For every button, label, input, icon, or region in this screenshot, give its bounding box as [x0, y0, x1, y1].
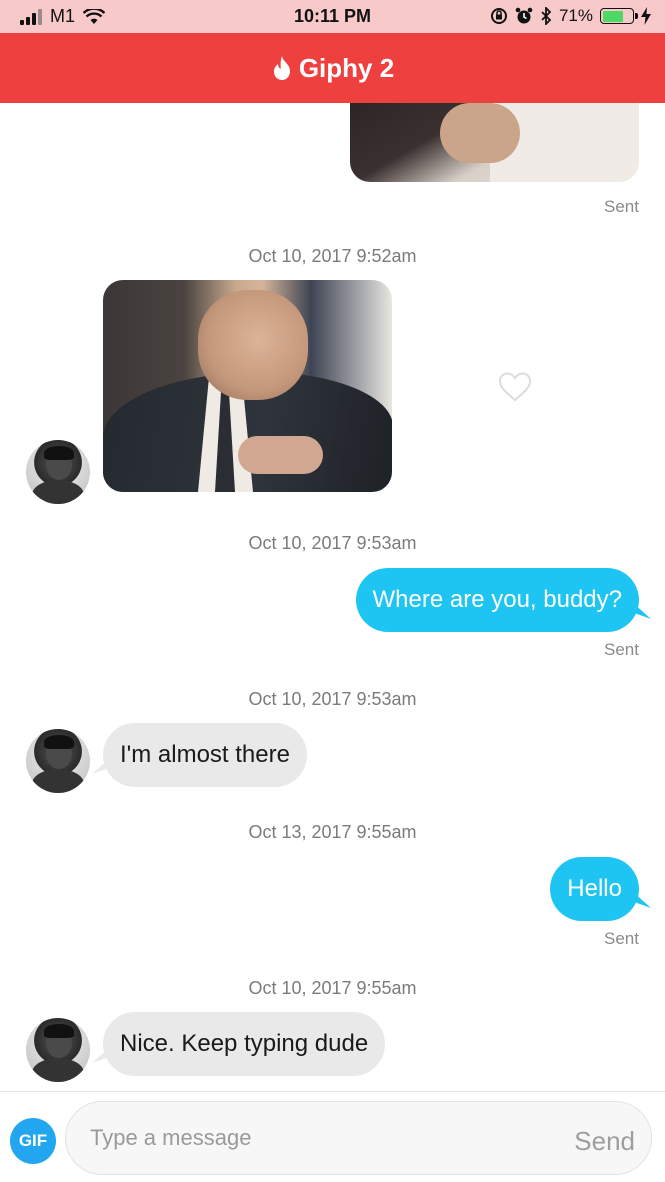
status-right: 71%: [490, 6, 651, 26]
message-input[interactable]: [65, 1101, 652, 1175]
bubble-tail: [633, 892, 651, 908]
outgoing-gif-message[interactable]: [350, 103, 639, 182]
sent-status: Sent: [604, 197, 639, 216]
nav-bar: Giphy 2: [0, 33, 665, 103]
incoming-gif-message[interactable]: [103, 280, 392, 492]
battery-icon: [600, 8, 638, 24]
avatar[interactable]: [26, 1018, 90, 1082]
outgoing-message-bubble[interactable]: Hello: [550, 857, 639, 921]
sent-status: Sent: [604, 929, 639, 948]
message-composer: GIF Send: [0, 1091, 665, 1182]
rotation-lock-icon: [490, 8, 507, 24]
incoming-message-bubble[interactable]: Nice. Keep typing dude: [103, 1012, 386, 1076]
chat-thread[interactable]: Sent Oct 10, 2017 9:52am Oct 10, 2017 9:…: [0, 103, 665, 1091]
message-timestamp: Oct 10, 2017 9:52am: [248, 246, 417, 266]
bubble-tail: [633, 603, 651, 619]
tinder-flame-icon: [273, 56, 290, 80]
message-timestamp: Oct 13, 2017 9:55am: [248, 822, 417, 842]
message-timestamp: Oct 10, 2017 9:55am: [248, 978, 417, 998]
sent-status: Sent: [604, 640, 639, 659]
conversation-title[interactable]: Giphy 2: [299, 53, 394, 84]
send-button[interactable]: Send: [574, 1126, 635, 1157]
battery-percent: 71%: [558, 6, 593, 25]
like-heart-icon[interactable]: [498, 371, 532, 403]
avatar[interactable]: [26, 729, 90, 793]
status-bar: M1 10:11 PM 71%: [0, 0, 665, 33]
message-timestamp: Oct 10, 2017 9:53am: [248, 533, 417, 553]
alarm-icon: [515, 7, 533, 24]
message-timestamp: Oct 10, 2017 9:53am: [248, 689, 417, 709]
charging-icon: [641, 7, 651, 25]
avatar[interactable]: [26, 440, 90, 504]
gif-button[interactable]: GIF: [10, 1118, 56, 1164]
outgoing-message-bubble[interactable]: Where are you, buddy?: [355, 568, 639, 632]
bluetooth-icon: [541, 7, 552, 25]
incoming-message-bubble[interactable]: I'm almost there: [103, 723, 307, 787]
